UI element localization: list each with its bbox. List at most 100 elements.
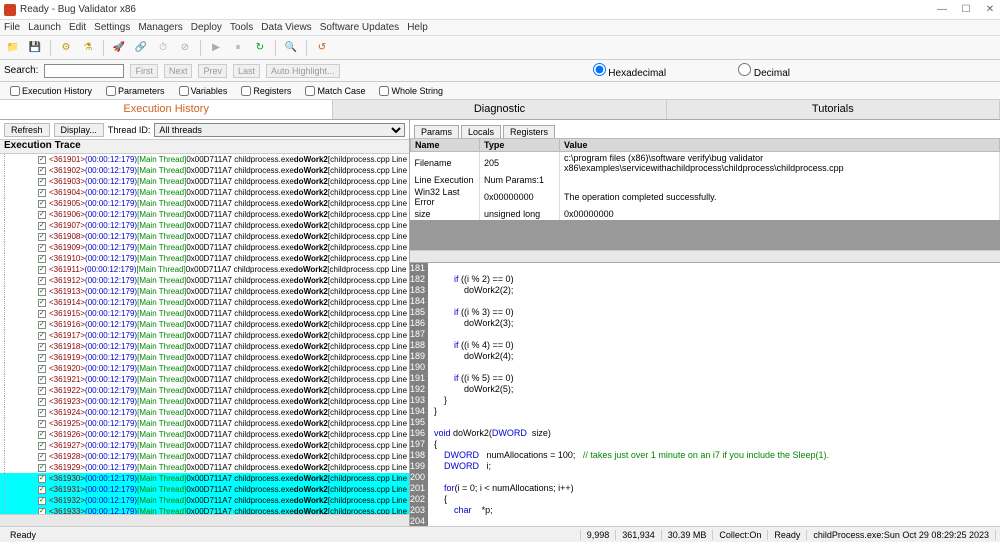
chk-mcase[interactable] bbox=[305, 86, 315, 96]
code-line[interactable]: DWORD i; bbox=[428, 461, 1000, 472]
code-line[interactable] bbox=[428, 472, 1000, 483]
refresh-button[interactable]: Refresh bbox=[4, 123, 50, 137]
tab-tutorials[interactable]: Tutorials bbox=[667, 100, 1000, 119]
code-line[interactable] bbox=[428, 362, 1000, 373]
trace-row[interactable]: <361903> (00:00:12:179) [Main Thread] 0x… bbox=[0, 176, 409, 187]
search-last[interactable]: Last bbox=[233, 64, 260, 78]
trace-row[interactable]: <361902> (00:00:12:179) [Main Thread] 0x… bbox=[0, 165, 409, 176]
menu-edit[interactable]: Edit bbox=[69, 22, 86, 33]
trace-row[interactable]: <361917> (00:00:12:179) [Main Thread] 0x… bbox=[0, 330, 409, 341]
search-input[interactable] bbox=[44, 64, 124, 78]
rtab-locals[interactable]: Locals bbox=[461, 125, 501, 138]
code-line[interactable]: for(i = 0; i < numAllocations; i++) bbox=[428, 483, 1000, 494]
minimize-button[interactable]: — bbox=[936, 4, 948, 16]
code-line[interactable]: { bbox=[428, 439, 1000, 450]
play-icon[interactable]: ▶ bbox=[207, 39, 225, 57]
save-icon[interactable]: 💾 bbox=[26, 39, 44, 57]
menu-file[interactable]: File bbox=[4, 22, 20, 33]
scrollbar-h[interactable] bbox=[0, 514, 409, 526]
code-line[interactable] bbox=[428, 263, 1000, 274]
chk-regs[interactable] bbox=[241, 86, 251, 96]
trace-row[interactable]: <361928> (00:00:12:179) [Main Thread] 0x… bbox=[0, 451, 409, 462]
trace-row[interactable]: <361933> (00:00:12:179) [Main Thread] 0x… bbox=[0, 506, 409, 514]
chk-vars[interactable] bbox=[179, 86, 189, 96]
menu-deploy[interactable]: Deploy bbox=[191, 22, 222, 33]
search-first[interactable]: First bbox=[130, 64, 158, 78]
menu-tools[interactable]: Tools bbox=[230, 22, 253, 33]
search-next[interactable]: Next bbox=[164, 64, 193, 78]
trace-row[interactable]: <361927> (00:00:12:179) [Main Thread] 0x… bbox=[0, 440, 409, 451]
refresh-icon[interactable]: ↻ bbox=[251, 39, 269, 57]
trace-row[interactable]: <361907> (00:00:12:179) [Main Thread] 0x… bbox=[0, 220, 409, 231]
trace-row[interactable]: <361924> (00:00:12:179) [Main Thread] 0x… bbox=[0, 407, 409, 418]
code-line[interactable]: char *p; bbox=[428, 505, 1000, 516]
code-line[interactable]: doWork2(3); bbox=[428, 318, 1000, 329]
reset-icon[interactable]: ↺ bbox=[313, 39, 331, 57]
tab-execution-history[interactable]: Execution History bbox=[0, 100, 333, 119]
trace-row[interactable]: <361911> (00:00:12:179) [Main Thread] 0x… bbox=[0, 264, 409, 275]
radio-hex[interactable] bbox=[593, 63, 606, 76]
code-line[interactable]: void doWork2(DWORD size) bbox=[428, 428, 1000, 439]
search-prev[interactable]: Prev bbox=[198, 64, 227, 78]
trace-row[interactable]: <361931> (00:00:12:179) [Main Thread] 0x… bbox=[0, 484, 409, 495]
code-line[interactable] bbox=[428, 417, 1000, 428]
open-icon[interactable]: 📁 bbox=[4, 39, 22, 57]
code-line[interactable]: doWork2(5); bbox=[428, 384, 1000, 395]
code-line[interactable]: if ((i % 3) == 0) bbox=[428, 307, 1000, 318]
chk-exec[interactable] bbox=[10, 86, 20, 96]
close-button[interactable]: ✕ bbox=[984, 4, 996, 16]
trace-list[interactable]: <361901> (00:00:12:179) [Main Thread] 0x… bbox=[0, 154, 409, 514]
code-line[interactable]: if ((i % 5) == 0) bbox=[428, 373, 1000, 384]
code-line[interactable]: { bbox=[428, 494, 1000, 505]
menu-settings[interactable]: Settings bbox=[94, 22, 130, 33]
rocket-icon[interactable]: 🚀 bbox=[110, 39, 128, 57]
menu-managers[interactable]: Managers bbox=[138, 22, 182, 33]
trace-row[interactable]: <361920> (00:00:12:179) [Main Thread] 0x… bbox=[0, 363, 409, 374]
trace-row[interactable]: <361926> (00:00:12:179) [Main Thread] 0x… bbox=[0, 429, 409, 440]
trace-row[interactable]: <361918> (00:00:12:179) [Main Thread] 0x… bbox=[0, 341, 409, 352]
trace-row[interactable]: <361908> (00:00:12:179) [Main Thread] 0x… bbox=[0, 231, 409, 242]
trace-row[interactable]: <361909> (00:00:12:179) [Main Thread] 0x… bbox=[0, 242, 409, 253]
code-area[interactable]: if ((i % 2) == 0) doWork2(2); if ((i % 3… bbox=[428, 263, 1000, 526]
zoom-icon[interactable]: 🔍 bbox=[282, 39, 300, 57]
trace-row[interactable]: <361901> (00:00:12:179) [Main Thread] 0x… bbox=[0, 154, 409, 165]
display-button[interactable]: Display... bbox=[54, 123, 104, 137]
menu-updates[interactable]: Software Updates bbox=[320, 22, 400, 33]
trace-row[interactable]: <361912> (00:00:12:179) [Main Thread] 0x… bbox=[0, 275, 409, 286]
trace-row[interactable]: <361930> (00:00:12:179) [Main Thread] 0x… bbox=[0, 473, 409, 484]
trace-row[interactable]: <361916> (00:00:12:179) [Main Thread] 0x… bbox=[0, 319, 409, 330]
chk-whole[interactable] bbox=[379, 86, 389, 96]
trace-row[interactable]: <361906> (00:00:12:179) [Main Thread] 0x… bbox=[0, 209, 409, 220]
trace-row[interactable]: <361913> (00:00:12:179) [Main Thread] 0x… bbox=[0, 286, 409, 297]
rtab-registers[interactable]: Registers bbox=[503, 125, 555, 138]
menu-launch[interactable]: Launch bbox=[28, 22, 61, 33]
info-scroll[interactable] bbox=[410, 250, 1000, 262]
trace-row[interactable]: <361925> (00:00:12:179) [Main Thread] 0x… bbox=[0, 418, 409, 429]
code-line[interactable]: doWork2(4); bbox=[428, 351, 1000, 362]
gear-icon[interactable]: ⚙ bbox=[57, 39, 75, 57]
code-line[interactable]: } bbox=[428, 395, 1000, 406]
trace-row[interactable]: <361905> (00:00:12:179) [Main Thread] 0x… bbox=[0, 198, 409, 209]
filter-icon[interactable]: ⚗ bbox=[79, 39, 97, 57]
wait-icon[interactable]: ⏱ bbox=[154, 39, 172, 57]
trace-row[interactable]: <361919> (00:00:12:179) [Main Thread] 0x… bbox=[0, 352, 409, 363]
code-line[interactable]: doWork2(2); bbox=[428, 285, 1000, 296]
code-line[interactable]: if ((i % 2) == 0) bbox=[428, 274, 1000, 285]
menu-dataviews[interactable]: Data Views bbox=[261, 22, 311, 33]
trace-row[interactable]: <361914> (00:00:12:179) [Main Thread] 0x… bbox=[0, 297, 409, 308]
trace-row[interactable]: <361932> (00:00:12:179) [Main Thread] 0x… bbox=[0, 495, 409, 506]
attach-icon[interactable]: 🔗 bbox=[132, 39, 150, 57]
maximize-button[interactable]: ☐ bbox=[960, 4, 972, 16]
code-line[interactable] bbox=[428, 329, 1000, 340]
trace-row[interactable]: <361904> (00:00:12:179) [Main Thread] 0x… bbox=[0, 187, 409, 198]
pause-icon[interactable]: ⏸ bbox=[229, 39, 247, 57]
menu-help[interactable]: Help bbox=[407, 22, 428, 33]
code-line[interactable] bbox=[428, 296, 1000, 307]
code-line[interactable] bbox=[428, 516, 1000, 526]
trace-row[interactable]: <361923> (00:00:12:179) [Main Thread] 0x… bbox=[0, 396, 409, 407]
rtab-params[interactable]: Params bbox=[414, 125, 459, 138]
code-line[interactable]: DWORD numAllocations = 100; // takes jus… bbox=[428, 450, 1000, 461]
trace-row[interactable]: <361910> (00:00:12:179) [Main Thread] 0x… bbox=[0, 253, 409, 264]
radio-dec[interactable] bbox=[738, 63, 751, 76]
trace-row[interactable]: <361921> (00:00:12:179) [Main Thread] 0x… bbox=[0, 374, 409, 385]
